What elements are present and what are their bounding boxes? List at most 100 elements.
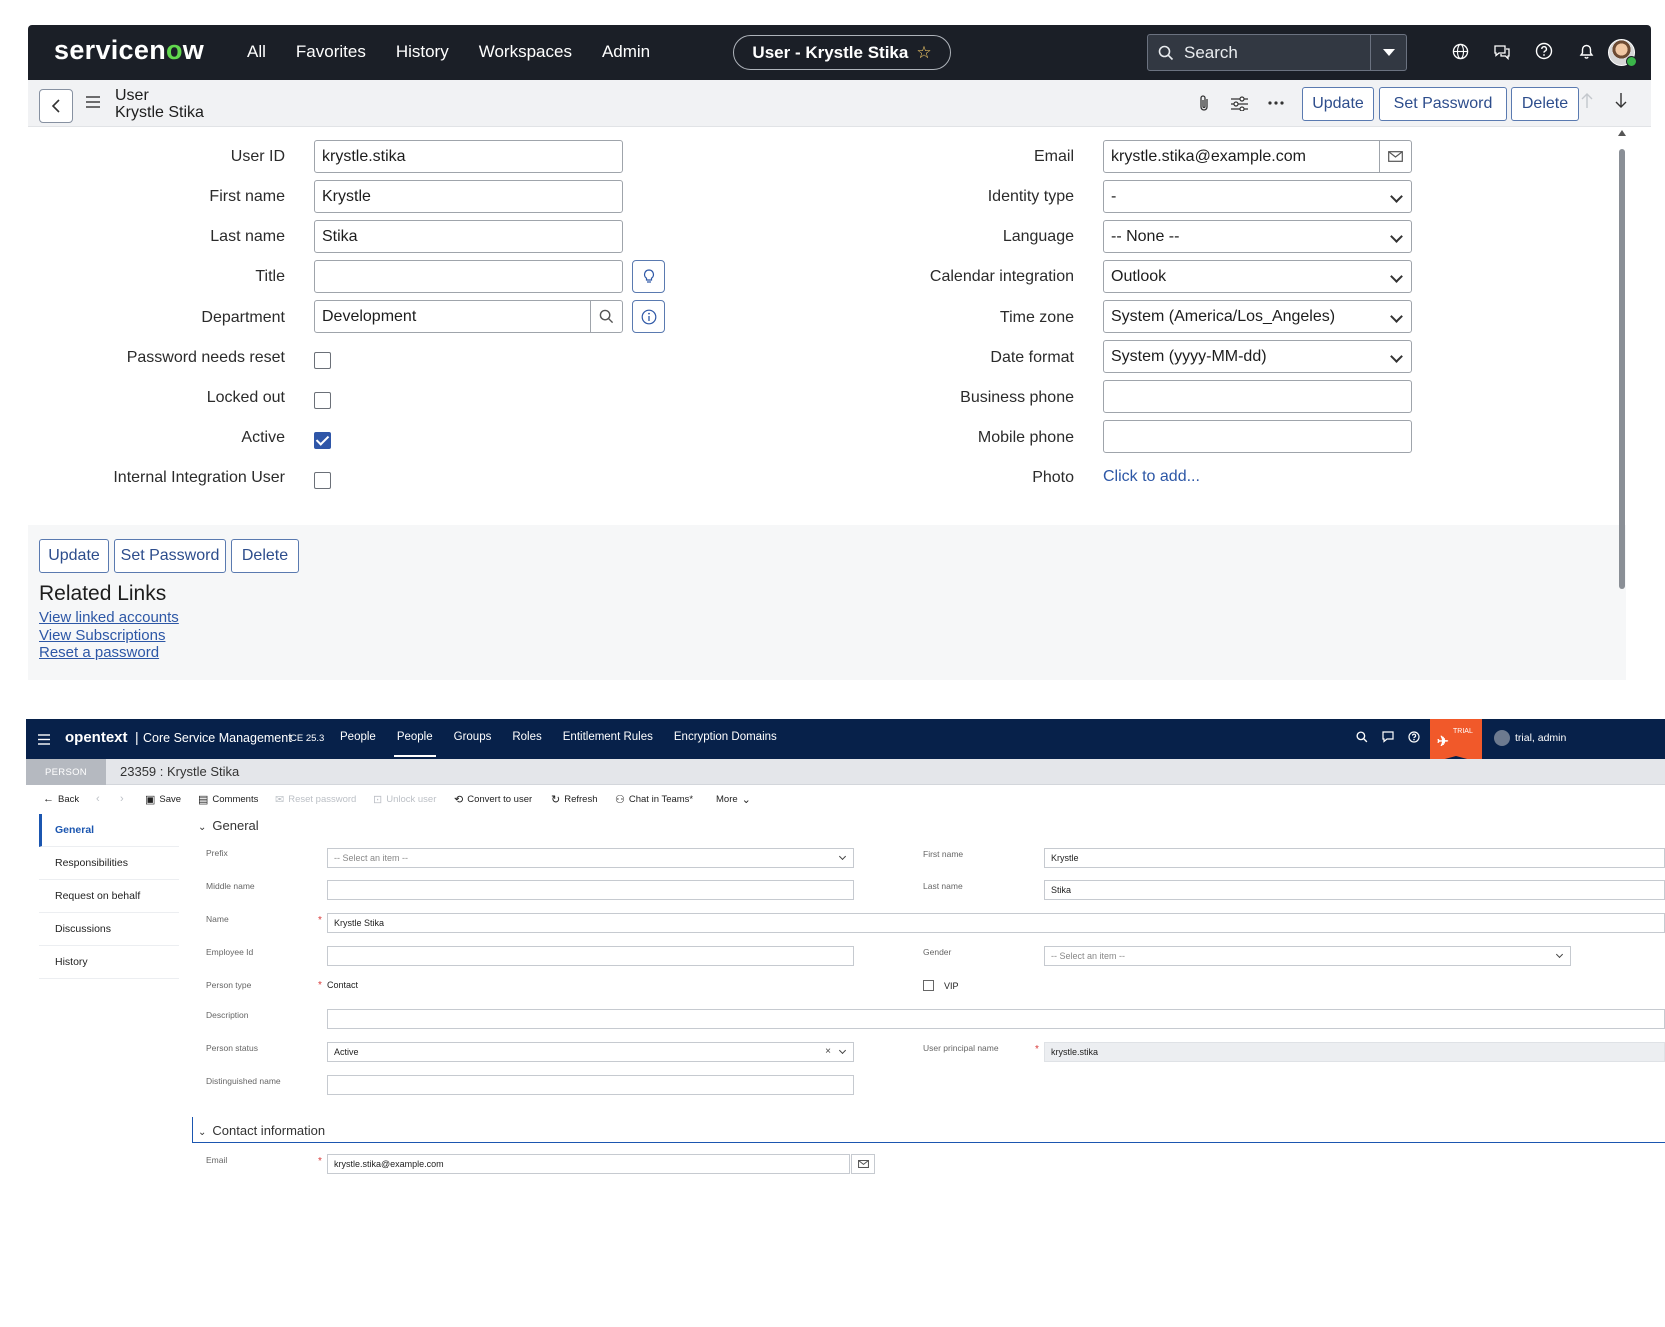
sidebar-item-responsibilities[interactable]: Responsibilities bbox=[39, 847, 179, 880]
delete-button-bottom[interactable]: Delete bbox=[231, 539, 299, 573]
department-field[interactable]: Development bbox=[314, 300, 623, 333]
nav-people-2[interactable]: People bbox=[393, 731, 436, 757]
nav-favorites[interactable]: Favorites bbox=[296, 42, 366, 62]
nav-people-1[interactable]: People bbox=[340, 731, 376, 743]
user-name[interactable]: trial, admin bbox=[1515, 732, 1566, 744]
help-icon[interactable] bbox=[1408, 731, 1420, 743]
save-tool[interactable]: ▣ Save bbox=[145, 793, 181, 806]
convert-to-user-tool[interactable]: ⟲ Convert to user bbox=[454, 793, 532, 806]
view-subscriptions-link[interactable]: View Subscriptions bbox=[39, 627, 165, 644]
description-field[interactable] bbox=[327, 1009, 1665, 1029]
refresh-tool[interactable]: ↻ Refresh bbox=[551, 793, 597, 806]
internal-integration-checkbox[interactable] bbox=[314, 472, 331, 489]
chat-icon[interactable] bbox=[1382, 731, 1394, 743]
reset-password-link[interactable]: Reset a password bbox=[39, 644, 159, 661]
department-info-button[interactable] bbox=[632, 300, 665, 333]
search-box[interactable]: Search bbox=[1147, 34, 1407, 71]
search-scope-dropdown[interactable] bbox=[1370, 34, 1407, 71]
chat-icon[interactable] bbox=[1491, 40, 1513, 62]
comments-tool[interactable]: ▤ Comments bbox=[198, 793, 258, 806]
paperclip-icon[interactable] bbox=[1197, 94, 1211, 112]
prev-record-icon[interactable]: ‹ bbox=[96, 793, 100, 805]
locked-out-checkbox[interactable] bbox=[314, 392, 331, 409]
title-lookup-button[interactable] bbox=[632, 260, 665, 293]
delete-button-top[interactable]: Delete bbox=[1511, 87, 1579, 121]
language-select[interactable]: -- None -- bbox=[1103, 220, 1412, 253]
search-icon[interactable] bbox=[1356, 731, 1368, 743]
password-reset-checkbox[interactable] bbox=[314, 352, 331, 369]
name-field[interactable]: Krystle Stika bbox=[327, 913, 1665, 933]
view-linked-accounts-link[interactable]: View linked accounts bbox=[39, 609, 179, 626]
email-field[interactable]: krystle.stika@example.com bbox=[1103, 140, 1412, 173]
title-field[interactable] bbox=[314, 260, 623, 293]
more-options-icon[interactable] bbox=[1268, 101, 1284, 105]
mobile-phone-field[interactable] bbox=[1103, 420, 1412, 453]
update-button-bottom[interactable]: Update bbox=[39, 539, 109, 573]
context-chip[interactable]: User - Krystle Stika ☆ bbox=[733, 35, 951, 70]
user-avatar[interactable] bbox=[1608, 39, 1637, 67]
upn-field[interactable]: krystle.stika bbox=[1044, 1042, 1665, 1062]
general-section-header[interactable]: ⌄ General bbox=[198, 818, 259, 833]
unlock-user-tool[interactable]: ⊡ Unlock user bbox=[373, 793, 436, 806]
help-icon[interactable] bbox=[1533, 40, 1555, 62]
update-button-top[interactable]: Update bbox=[1302, 87, 1374, 121]
servicenow-logo[interactable]: servicenow bbox=[54, 35, 204, 66]
send-email-button[interactable] bbox=[851, 1154, 875, 1174]
gender-select[interactable]: -- Select an item -- bbox=[1044, 946, 1571, 966]
contact-section-header[interactable]: ⌄ Contact information bbox=[198, 1123, 325, 1138]
first-name-field[interactable]: Krystle bbox=[1044, 848, 1665, 868]
employee-id-field[interactable] bbox=[327, 946, 854, 966]
distinguished-name-field[interactable] bbox=[327, 1075, 854, 1095]
star-icon[interactable]: ☆ bbox=[916, 43, 931, 63]
globe-icon[interactable] bbox=[1449, 40, 1471, 62]
nav-entitlement-rules[interactable]: Entitlement Rules bbox=[563, 731, 653, 743]
sidebar-item-general[interactable]: General bbox=[39, 814, 179, 847]
vip-checkbox[interactable] bbox=[923, 980, 934, 991]
nav-roles[interactable]: Roles bbox=[512, 731, 541, 743]
more-tool[interactable]: More ⌄ bbox=[716, 793, 751, 806]
date-format-select[interactable]: System (yyyy-MM-dd) bbox=[1103, 340, 1412, 373]
arrow-up-icon[interactable] bbox=[1580, 92, 1594, 109]
person-status-select[interactable]: Active × bbox=[327, 1042, 854, 1062]
active-checkbox[interactable] bbox=[314, 432, 331, 449]
opentext-logo[interactable]: opentext bbox=[65, 729, 128, 746]
bell-icon[interactable] bbox=[1575, 40, 1597, 62]
identity-type-select[interactable]: - bbox=[1103, 180, 1412, 213]
nav-groups[interactable]: Groups bbox=[454, 731, 492, 743]
reset-password-tool[interactable]: ✉ Reset password bbox=[275, 793, 356, 806]
email-field[interactable]: krystle.stika@example.com bbox=[327, 1154, 850, 1174]
chat-in-teams-tool[interactable]: ⚇ Chat in Teams* bbox=[615, 793, 693, 806]
set-password-button-top[interactable]: Set Password bbox=[1379, 87, 1507, 121]
clear-icon[interactable]: × bbox=[825, 1046, 831, 1057]
prefix-select[interactable]: -- Select an item -- bbox=[327, 848, 854, 868]
next-record-icon[interactable]: › bbox=[120, 793, 124, 805]
photo-add-link[interactable]: Click to add... bbox=[1103, 468, 1200, 486]
first-name-field[interactable]: Krystle bbox=[314, 180, 623, 213]
hamburger-menu-icon[interactable] bbox=[38, 732, 50, 750]
nav-history[interactable]: History bbox=[396, 42, 449, 62]
back-tool[interactable]: ← Back bbox=[43, 793, 79, 805]
settings-sliders-icon[interactable] bbox=[1231, 95, 1248, 111]
nav-admin[interactable]: Admin bbox=[602, 42, 650, 62]
department-search-button[interactable] bbox=[590, 301, 622, 332]
back-button[interactable] bbox=[39, 89, 73, 123]
user-id-field[interactable]: krystle.stika bbox=[314, 140, 623, 173]
nav-all[interactable]: All bbox=[247, 42, 266, 62]
middle-name-field[interactable] bbox=[327, 880, 854, 900]
scrollbar-thumb[interactable] bbox=[1619, 149, 1625, 589]
send-email-button[interactable] bbox=[1379, 141, 1411, 172]
calendar-select[interactable]: Outlook bbox=[1103, 260, 1412, 293]
nav-encryption-domains[interactable]: Encryption Domains bbox=[674, 731, 777, 743]
last-name-field[interactable]: Stika bbox=[314, 220, 623, 253]
sidebar-item-discussions[interactable]: Discussions bbox=[39, 913, 179, 946]
context-menu-icon[interactable] bbox=[86, 95, 100, 113]
time-zone-select[interactable]: System (America/Los_Angeles) bbox=[1103, 300, 1412, 333]
nav-workspaces[interactable]: Workspaces bbox=[479, 42, 572, 62]
business-phone-field[interactable] bbox=[1103, 380, 1412, 413]
scroll-up-icon[interactable] bbox=[1618, 129, 1626, 137]
arrow-down-icon[interactable] bbox=[1614, 92, 1628, 109]
scrollbar[interactable] bbox=[1618, 129, 1626, 629]
sidebar-item-request-on-behalf[interactable]: Request on behalf bbox=[39, 880, 179, 913]
set-password-button-bottom[interactable]: Set Password bbox=[114, 539, 226, 573]
sidebar-item-history[interactable]: History bbox=[39, 946, 179, 979]
